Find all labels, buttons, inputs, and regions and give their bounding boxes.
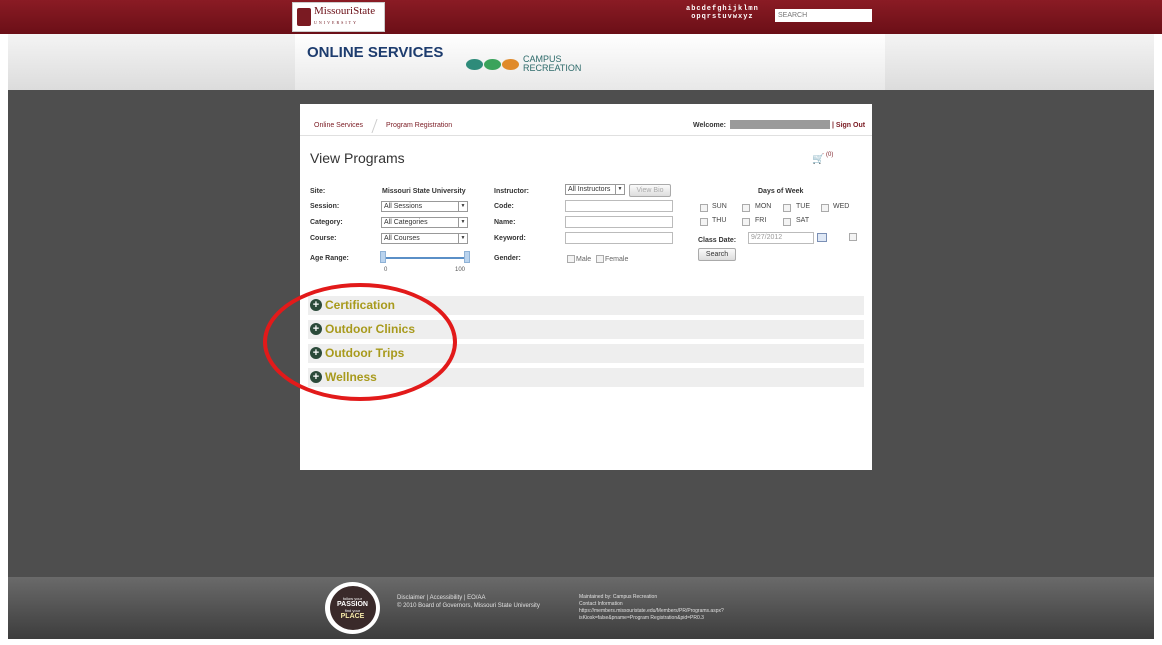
campus-recreation-icon: [466, 58, 519, 70]
female-checkbox[interactable]: [596, 255, 604, 263]
logo-subtext: UNIVERSITY: [314, 20, 358, 25]
day-label-thu: THU: [712, 217, 727, 224]
site-value: Missouri State University: [382, 188, 466, 195]
name-input[interactable]: [565, 216, 673, 228]
welcome-label: Welcome:: [693, 122, 726, 129]
code-label: Code:: [494, 203, 514, 210]
day-checkbox-sun[interactable]: [700, 204, 708, 212]
class-date-checkbox[interactable]: [849, 233, 857, 241]
header-center: [295, 34, 885, 90]
day-label-wed: WED: [833, 203, 850, 210]
age-range-max-handle[interactable]: [464, 251, 470, 263]
campus-text-line2: RECREATION: [523, 63, 582, 73]
annotation-circle: [263, 283, 457, 401]
chevron-down-icon: ▼: [458, 218, 467, 227]
day-checkbox-fri[interactable]: [742, 218, 750, 226]
keyword-input[interactable]: [565, 232, 673, 244]
day-checkbox-wed[interactable]: [821, 204, 829, 212]
class-date-label: Class Date:: [698, 237, 737, 244]
page-title: View Programs: [310, 150, 405, 166]
course-label: Course:: [310, 235, 337, 242]
name-label: Name:: [494, 219, 516, 226]
breadcrumb: Online Services Program Registration Wel…: [300, 118, 872, 136]
age-range-slider-track[interactable]: [383, 257, 467, 259]
footer-info: Maintained by: Campus Recreation Contact…: [579, 594, 724, 622]
day-label-tue: TUE: [796, 203, 810, 210]
age-range-max-value: 100: [455, 267, 466, 273]
top-bar: MissouriState UNIVERSITY abcdefghijklmn …: [0, 0, 1162, 34]
az-index[interactable]: abcdefghijklmn opqrstuvwxyz: [686, 5, 759, 21]
age-range-min-handle[interactable]: [380, 251, 386, 263]
day-checkbox-tue[interactable]: [783, 204, 791, 212]
footer-contact-link[interactable]: Contact Information: [579, 601, 724, 608]
day-label-sat: SAT: [796, 217, 810, 224]
footer-url-line1: https://members.missouristate.edu/Member…: [579, 608, 724, 614]
breadcrumb-separator: [371, 119, 385, 133]
session-label: Session:: [310, 203, 340, 210]
female-label: Female: [605, 256, 629, 263]
age-range-min-value: 0: [384, 267, 388, 273]
chevron-down-icon: ▼: [615, 185, 624, 194]
user-name-redacted: [730, 120, 830, 129]
az-index-row-2[interactable]: opqrstuvwxyz: [686, 13, 759, 21]
category-select[interactable]: All Categories ▼: [381, 217, 468, 228]
session-select-value: All Sessions: [384, 203, 423, 210]
course-select-value: All Courses: [384, 235, 420, 242]
age-range-label: Age Range:: [310, 255, 349, 262]
male-checkbox[interactable]: [567, 255, 575, 263]
cart-icon[interactable]: 🛒: [812, 154, 824, 165]
footer-links: Disclaimer | Accessibility | EO/AA © 201…: [397, 594, 540, 610]
campus-recreation-logo: CAMPUS RECREATION: [466, 55, 581, 73]
day-label-sun: SUN: [712, 203, 727, 210]
keyword-label: Keyword:: [494, 235, 526, 242]
calendar-icon[interactable]: [817, 233, 827, 242]
code-input[interactable]: [565, 200, 673, 212]
session-select[interactable]: All Sessions ▼: [381, 201, 468, 212]
logo-text: MissouriState: [314, 5, 376, 17]
gender-label: Gender:: [494, 255, 521, 262]
class-date-input[interactable]: 9/27/2012: [748, 232, 814, 244]
day-checkbox-mon[interactable]: [742, 204, 750, 212]
footer-url-line2: isKiosk=false&pname=Program Registration…: [579, 615, 704, 621]
category-select-value: All Categories: [384, 219, 428, 226]
day-checkbox-thu[interactable]: [700, 218, 708, 226]
university-seal-icon: [297, 8, 311, 26]
site-label: Site:: [310, 188, 326, 195]
instructor-select-value: All Instructors: [568, 186, 611, 193]
male-label: Male: [576, 256, 592, 263]
course-select[interactable]: All Courses ▼: [381, 233, 468, 244]
university-logo[interactable]: MissouriState UNIVERSITY: [292, 2, 385, 32]
day-label-fri: FRI: [755, 217, 767, 224]
badge-line4: PLACE: [340, 613, 365, 620]
instructor-select[interactable]: All Instructors ▼: [565, 184, 625, 195]
view-bio-button[interactable]: View Bio: [629, 184, 671, 197]
sign-out-link[interactable]: | Sign Out: [832, 122, 865, 129]
cart-count[interactable]: (0): [826, 152, 833, 158]
category-label: Category:: [310, 219, 343, 226]
footer-copyright: © 2010 Board of Governors, Missouri Stat…: [397, 603, 540, 609]
breadcrumb-online-services[interactable]: Online Services: [314, 122, 363, 129]
day-label-mon: MON: [755, 203, 772, 210]
day-checkbox-sat[interactable]: [783, 218, 791, 226]
chevron-down-icon: ▼: [458, 234, 467, 243]
breadcrumb-program-registration[interactable]: Program Registration: [386, 122, 452, 129]
search-button[interactable]: Search: [698, 248, 736, 261]
site-search-input[interactable]: [775, 9, 872, 22]
page-header-title: ONLINE SERVICES: [307, 44, 444, 61]
days-of-week-title: Days of Week: [758, 188, 804, 195]
footer-link-row[interactable]: Disclaimer | Accessibility | EO/AA: [397, 594, 540, 602]
footer-maintained: Maintained by: Campus Recreation: [579, 594, 658, 600]
passion-place-badge[interactable]: follow your PASSION find your PLACE: [325, 582, 380, 634]
instructor-label: Instructor:: [494, 188, 529, 195]
az-index-row-1[interactable]: abcdefghijklmn: [686, 5, 759, 13]
chevron-down-icon: ▼: [458, 202, 467, 211]
